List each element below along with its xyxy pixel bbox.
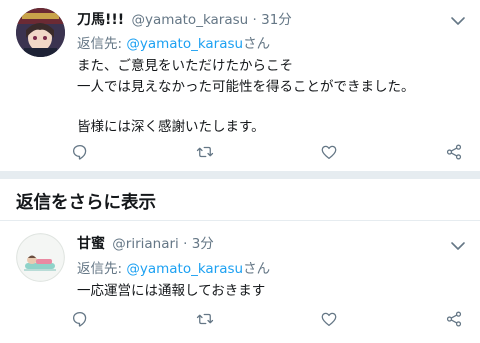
tweet-text: 一応運営には通報しておきます bbox=[77, 281, 265, 302]
separator-dot: · bbox=[252, 12, 257, 28]
reply-to-line: 返信先: @yamato_karasuさん bbox=[77, 259, 270, 279]
retweet-button[interactable] bbox=[195, 309, 215, 329]
like-button[interactable] bbox=[319, 309, 339, 329]
show-more-replies[interactable]: 返信をさらに表示 bbox=[0, 179, 480, 221]
retweet-icon bbox=[196, 313, 213, 325]
heart-icon bbox=[321, 145, 337, 160]
reply-to-line: 返信先: @yamato_karasuさん bbox=[77, 34, 270, 54]
tweet-actions bbox=[70, 309, 464, 329]
separator-dot: · bbox=[183, 236, 188, 252]
tweet-text-line: また、ご意見をいただけたからこそ bbox=[77, 58, 293, 74]
tweet-text-line: 一人では見えなかった可能性を得ることができました。 bbox=[77, 78, 415, 95]
user-handle[interactable]: @ririanari bbox=[112, 236, 179, 252]
tweet-header: 甘蜜 @ririanari · 3分 bbox=[77, 234, 214, 254]
display-name[interactable]: 甘蜜 bbox=[77, 236, 105, 252]
display-name[interactable]: 刀馬!!! bbox=[77, 12, 124, 28]
tweet-header: 刀馬!!! @yamato_karasu · 31分 bbox=[77, 10, 292, 30]
share-icon bbox=[446, 311, 462, 327]
like-button[interactable] bbox=[319, 142, 339, 162]
reply-to-suffix: さん bbox=[243, 261, 271, 277]
tweet-actions bbox=[70, 142, 464, 162]
chevron-down-icon[interactable] bbox=[450, 237, 466, 250]
timestamp[interactable]: 31分 bbox=[261, 12, 292, 28]
user-handle[interactable]: @yamato_karasu bbox=[131, 12, 248, 28]
timestamp[interactable]: 3分 bbox=[192, 236, 214, 252]
section-divider bbox=[0, 171, 480, 179]
reply-icon bbox=[72, 311, 87, 327]
reply-to-mention[interactable]: @yamato_karasu bbox=[126, 261, 243, 277]
reply-to-suffix: さん bbox=[243, 36, 271, 52]
share-button[interactable] bbox=[444, 309, 464, 329]
tweet[interactable]: 刀馬!!! @yamato_karasu · 31分 返信先: @yamato_… bbox=[0, 0, 480, 178]
chevron-down-icon[interactable] bbox=[450, 12, 466, 25]
heart-icon bbox=[321, 312, 337, 327]
reply-button[interactable] bbox=[70, 309, 90, 329]
retweet-icon bbox=[196, 146, 213, 158]
avatar[interactable] bbox=[16, 8, 65, 57]
share-button[interactable] bbox=[444, 142, 464, 162]
show-more-replies-label[interactable]: 返信をさらに表示 bbox=[16, 189, 156, 214]
share-icon bbox=[446, 144, 462, 160]
tweet-text-line: 皆様には深く感謝いたします。 bbox=[77, 119, 265, 135]
reply-icon bbox=[72, 144, 87, 160]
retweet-button[interactable] bbox=[195, 142, 215, 162]
reply-button[interactable] bbox=[70, 142, 90, 162]
reply-to-prefix: 返信先: bbox=[77, 261, 127, 277]
avatar[interactable] bbox=[16, 233, 65, 282]
reply-to-mention[interactable]: @yamato_karasu bbox=[126, 36, 243, 52]
reply-to-prefix: 返信先: bbox=[77, 36, 127, 52]
tweet-text: また、ご意見をいただけたからこそ 一人では見えなかった可能性を得ることができまし… bbox=[77, 56, 415, 138]
tweet-text-line: 一応運営には通報しておきます bbox=[77, 283, 266, 299]
